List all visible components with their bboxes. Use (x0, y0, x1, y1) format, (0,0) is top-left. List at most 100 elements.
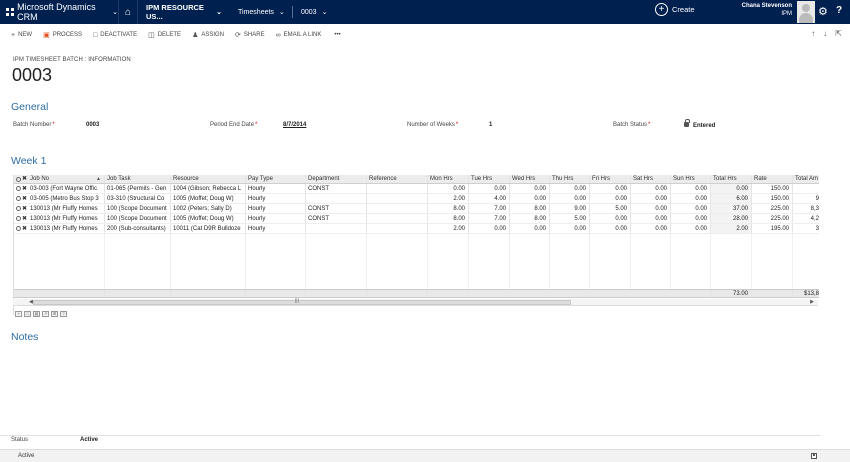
table-cell[interactable] (367, 224, 428, 233)
table-cell[interactable]: 195.00 (752, 224, 793, 233)
table-cell[interactable]: 0.00 (428, 184, 469, 193)
table-cell[interactable]: 130013 (Mr Fluffy Homes (28, 204, 105, 213)
add-row-icon[interactable]: + (15, 311, 22, 317)
save-icon[interactable] (811, 453, 817, 459)
column-header-sun[interactable]: Sun Hrs (671, 175, 711, 183)
status-value[interactable]: Active (80, 437, 98, 443)
table-cell[interactable]: 2.00 (428, 224, 469, 233)
table-cell[interactable]: Hourly (246, 224, 306, 233)
table-cell[interactable]: 7.00 (469, 214, 510, 223)
table-cell[interactable]: 8,3 (793, 204, 819, 213)
assign-button[interactable]: ♟ ASSIGN (192, 31, 224, 39)
table-cell[interactable]: Hourly (246, 214, 306, 223)
row-select-icon[interactable] (16, 196, 21, 201)
table-cell[interactable] (367, 194, 428, 203)
column-header-department[interactable]: Department (306, 175, 367, 183)
delete-button[interactable]: ◫ DELETE (148, 31, 181, 39)
table-cell[interactable]: 0.00 (631, 194, 671, 203)
email-link-button[interactable]: ∞ EMAIL A LINK (276, 32, 322, 39)
grid-horizontal-scrollbar[interactable]: ◀ ||| ▶ (13, 299, 818, 306)
table-cell[interactable] (367, 204, 428, 213)
table-cell[interactable]: 03-005 (Metro Bus Stop 3 (28, 194, 105, 203)
table-row[interactable]: ✖ 03-005 (Metro Bus Stop 3 03-310 (Structu… (14, 194, 819, 204)
table-cell[interactable]: 2.00 (711, 224, 752, 233)
table-row[interactable]: ✖ 130013 (Mr Fluffy Homes 200 (Sub-consult… (14, 224, 819, 234)
table-cell[interactable]: 0.00 (550, 194, 590, 203)
column-header-sat[interactable]: Sat Hrs (631, 175, 671, 183)
table-cell[interactable]: Hourly (246, 194, 306, 203)
process-button[interactable]: ▣ PROCESS (43, 31, 82, 39)
column-header-tue[interactable]: Tue Hrs (469, 175, 510, 183)
table-cell[interactable]: 100 (Scope Document (105, 214, 171, 223)
table-cell[interactable] (793, 184, 819, 193)
row-delete-icon[interactable]: ✖ (22, 184, 27, 194)
table-cell[interactable]: 8.00 (428, 204, 469, 213)
table-cell[interactable]: 0.00 (510, 194, 550, 203)
table-cell[interactable]: 0.00 (550, 184, 590, 193)
table-cell[interactable]: Hourly (246, 184, 306, 193)
table-cell[interactable] (306, 194, 367, 203)
table-cell[interactable]: 0.00 (590, 194, 631, 203)
row-select-icon[interactable] (16, 226, 21, 231)
table-cell[interactable]: 200 (Sub-consultants) (105, 224, 171, 233)
gear-icon[interactable]: ⚙ (818, 5, 828, 18)
row-select-icon[interactable] (16, 216, 21, 221)
table-cell[interactable]: 0.00 (671, 224, 711, 233)
help-icon[interactable]: ? (836, 5, 842, 16)
column-header-resource[interactable]: Resource (171, 175, 246, 183)
home-icon[interactable]: ⌂ (118, 0, 138, 24)
table-cell[interactable]: 0.00 (671, 204, 711, 213)
table-cell[interactable]: 0.00 (469, 184, 510, 193)
table-cell[interactable]: 01-065 (Permits - Gen (105, 184, 171, 193)
table-cell[interactable]: 9 (793, 194, 819, 203)
table-cell[interactable]: CONST (306, 204, 367, 213)
row-delete-icon[interactable]: ✖ (22, 214, 27, 224)
table-cell[interactable]: 37.00 (711, 204, 752, 213)
table-cell[interactable] (367, 184, 428, 193)
table-cell[interactable]: 4,2 (793, 214, 819, 223)
column-header-fri[interactable]: Fri Hrs (590, 175, 631, 183)
row-select-icon[interactable] (16, 186, 21, 191)
table-cell[interactable]: 0.00 (631, 184, 671, 193)
table-cell[interactable]: 130013 (Mr Fluffy Homes (28, 224, 105, 233)
column-header-thu[interactable]: Thu Hrs (550, 175, 590, 183)
column-header-reference[interactable]: Reference (367, 175, 428, 183)
table-cell[interactable]: 150.00 (752, 184, 793, 193)
table-cell[interactable]: 0.00 (590, 214, 631, 223)
period-end-value[interactable]: 8/7/2014 (283, 122, 306, 128)
table-cell[interactable]: 0.00 (711, 184, 752, 193)
table-row[interactable]: ✖ 130013 (Mr Fluffy Homes 100 (Scope Docum… (14, 214, 819, 224)
arrow-down-icon[interactable]: ↓ (823, 29, 827, 38)
table-cell[interactable]: 1005 (Moffet; Doug W) (171, 194, 246, 203)
column-header-job-no[interactable]: Job No ▲ (28, 175, 105, 183)
app-brand[interactable]: Microsoft Dynamics CRM ⌄ (0, 0, 118, 24)
table-cell[interactable]: 10011 (Cat D9R Bulldoze (171, 224, 246, 233)
table-cell[interactable]: 03-003 (Fort Wayne Offic (28, 184, 105, 193)
popout-icon[interactable]: ⇱ (835, 29, 842, 38)
row-delete-icon[interactable]: ✖ (22, 194, 27, 204)
table-cell[interactable]: 0.00 (631, 204, 671, 213)
table-row[interactable]: ✖ 03-003 (Fort Wayne Offic 01-065 (Permits… (14, 184, 819, 194)
table-cell[interactable]: 100 (Scope Document (105, 204, 171, 213)
column-header-total-hrs[interactable]: Total Hrs (711, 175, 752, 183)
column-header-job-task[interactable]: Job Task (105, 175, 171, 183)
more-commands-button[interactable]: ••• (334, 32, 340, 38)
table-cell[interactable]: 0.00 (550, 224, 590, 233)
table-cell[interactable]: 130013 (Mr Fluffy Homes (28, 214, 105, 223)
table-cell[interactable]: 225.00 (752, 214, 793, 223)
table-cell[interactable]: 0.00 (590, 224, 631, 233)
help-icon[interactable]: ? (60, 311, 67, 317)
table-cell[interactable]: 0.00 (671, 194, 711, 203)
column-header-rate[interactable]: Rate (752, 175, 793, 183)
column-header-mon[interactable]: Mon Hrs (428, 175, 469, 183)
avatar[interactable] (797, 1, 815, 23)
table-cell[interactable]: 1002 (Peters; Sally D) (171, 204, 246, 213)
table-cell[interactable]: 3 (793, 224, 819, 233)
settings-icon[interactable]: ⚙ (51, 311, 58, 317)
table-cell[interactable]: 0.00 (510, 224, 550, 233)
table-cell[interactable]: 28.00 (711, 214, 752, 223)
table-cell[interactable] (306, 224, 367, 233)
column-header-pay-type[interactable]: Pay Type (246, 175, 306, 183)
weeks-value[interactable]: 1 (489, 122, 492, 128)
table-cell[interactable]: 0.00 (671, 184, 711, 193)
